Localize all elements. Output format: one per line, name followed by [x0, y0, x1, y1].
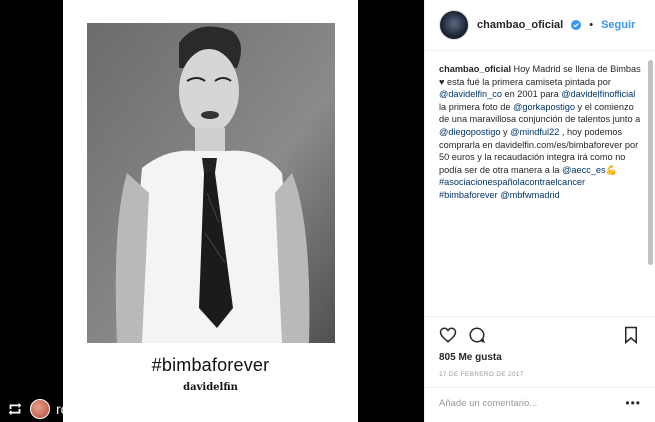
caption-link[interactable]: @davidelfin_co	[439, 89, 502, 99]
caption-link[interactable]: @gorkapostigo	[513, 102, 575, 112]
caption-text: 💪	[605, 164, 618, 175]
caption-text: la primera foto de	[439, 101, 514, 112]
brand-logo: davidelfin	[183, 382, 238, 393]
header-separator: •	[589, 19, 594, 31]
model-portrait-illustration	[87, 23, 335, 343]
repost-avatar[interactable]	[30, 398, 50, 419]
caption-link[interactable]: @diegopostigo	[439, 127, 500, 137]
caption-text: Hoy Madrid se llena de Bimbas	[511, 64, 641, 74]
caption-body: Hoy Madrid se llena de Bimbas ♥ esta fué…	[439, 64, 641, 200]
bookmark-icon[interactable]	[623, 326, 639, 344]
more-options-button[interactable]: •••	[625, 396, 641, 410]
post-actions	[439, 326, 486, 344]
hashtag-overlay-text: #bimbaforever	[151, 355, 270, 375]
caption-link[interactable]: @mindful22	[510, 127, 559, 137]
caption-username[interactable]: chambao_oficial	[439, 64, 511, 74]
post-header: chambao_oficial • Seguir	[425, 0, 655, 51]
comment-icon[interactable]	[468, 326, 486, 344]
avatar[interactable]	[439, 10, 469, 40]
header-username[interactable]: chambao_oficial	[477, 19, 563, 31]
caption-text: y	[500, 126, 511, 137]
repost-icon	[8, 402, 22, 415]
comment-input[interactable]: Añade un comentario...	[439, 398, 537, 409]
post-photo	[87, 23, 335, 343]
post-details-panel: chambao_oficial • Seguir chambao_oficial…	[424, 0, 655, 422]
caption-text: esta fué la primera camiseta pintada por	[444, 76, 611, 87]
post-caption: chambao_oficial Hoy Madrid se llena de B…	[439, 63, 644, 202]
post-media: #bimbaforever davidelfin rossydpalma	[0, 0, 424, 422]
caption-link[interactable]: @davidelfinofficial	[561, 89, 635, 99]
caption-text: en 2001 para	[501, 89, 562, 100]
caption-link[interactable]: @mbfwmadrid	[500, 190, 559, 200]
repost-attribution: rossydpalma	[0, 395, 135, 422]
like-count[interactable]: 805 Me gusta	[439, 352, 502, 363]
verified-badge-icon	[571, 20, 582, 30]
follow-button[interactable]: Seguir	[601, 19, 635, 31]
divider	[425, 316, 655, 317]
post-date: 17 DE FEBRERO DE 2017	[439, 371, 524, 378]
caption-link[interactable]: #bimbaforever	[439, 190, 498, 200]
caption-scrollbar[interactable]	[648, 60, 653, 265]
heart-icon[interactable]	[439, 326, 457, 344]
caption-link[interactable]: #asociacionespañolacontraelcancer	[439, 177, 585, 187]
divider	[425, 387, 655, 388]
caption-link[interactable]: @aecc_es	[562, 165, 606, 175]
repost-username[interactable]: rossydpalma	[56, 401, 135, 417]
